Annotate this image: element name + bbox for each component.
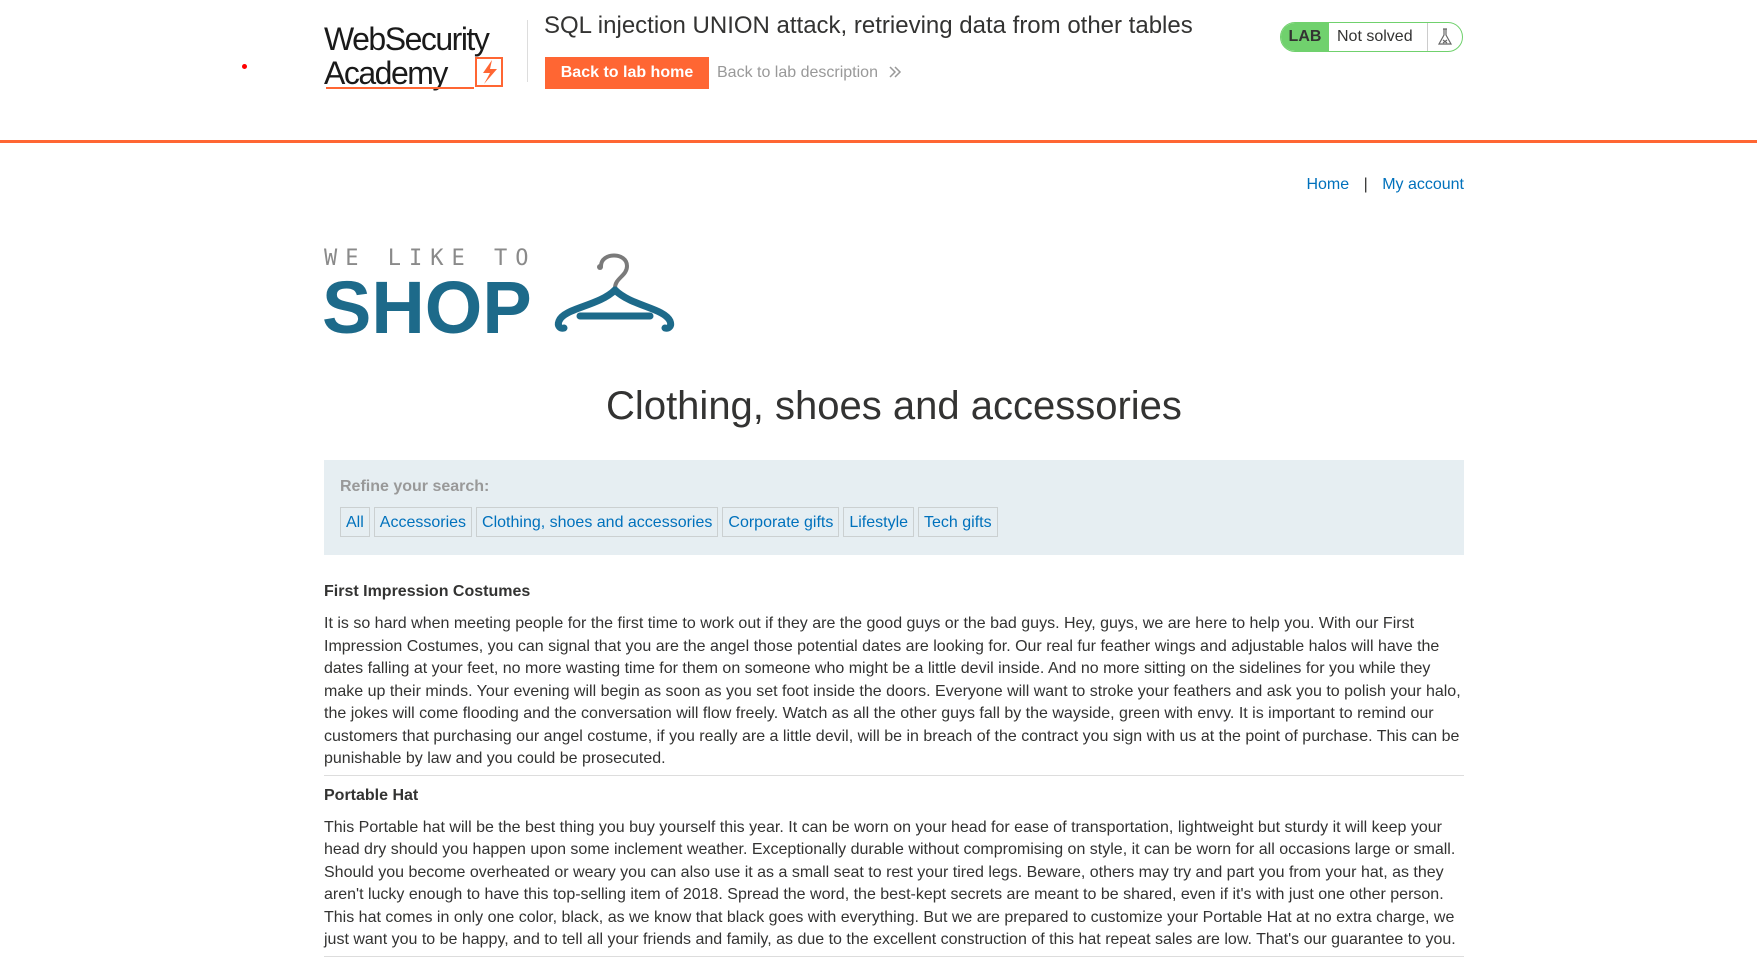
- product-description: This Portable hat will be the best thing…: [324, 818, 1456, 949]
- filter-tech-gifts[interactable]: Tech gifts: [918, 507, 998, 537]
- filter-corporate-gifts[interactable]: Corporate gifts: [722, 507, 840, 537]
- header-divider: [527, 20, 528, 82]
- page-title: Clothing, shoes and accessories: [606, 384, 1182, 428]
- product-item: Portable Hat This Portable hat will be t…: [324, 786, 1464, 957]
- back-to-lab-description-link[interactable]: Back to lab description: [717, 64, 902, 82]
- we-like-to-shop-logo[interactable]: WE LIKE TO SHOP: [324, 246, 676, 338]
- filter-lifestyle[interactable]: Lifestyle: [843, 507, 915, 537]
- shop-logo-name: SHOP: [324, 266, 532, 338]
- filter-list: All Accessories Clothing, shoes and acce…: [340, 507, 1448, 537]
- double-chevron-right-icon: [889, 66, 902, 78]
- logo-line-2: Academy: [324, 55, 448, 91]
- category-filter: Refine your search: All Accessories Clot…: [324, 460, 1464, 555]
- back-to-lab-home-button[interactable]: Back to lab home: [545, 57, 709, 89]
- product-list: First Impression Costumes It is so hard …: [324, 582, 1464, 967]
- home-link[interactable]: Home: [1306, 176, 1349, 193]
- hanger-icon: [554, 253, 675, 332]
- flask-icon[interactable]: [1427, 23, 1462, 51]
- filter-all[interactable]: All: [340, 507, 370, 537]
- nav-separator: |: [1363, 176, 1368, 193]
- filter-label: Refine your search:: [340, 478, 490, 495]
- product-title: Portable Hat: [324, 786, 419, 804]
- lab-status-text: Not solved: [1337, 28, 1413, 45]
- lightning-bolt-icon: [483, 60, 497, 84]
- logo-line-1: WebSecurity: [324, 21, 490, 57]
- account-nav: Home | My account: [1306, 176, 1464, 194]
- product-item: First Impression Costumes It is so hard …: [324, 582, 1464, 776]
- lab-title: SQL injection UNION attack, retrieving d…: [544, 12, 1193, 39]
- back-to-lab-description-label: Back to lab description: [717, 64, 878, 81]
- my-account-link[interactable]: My account: [1382, 176, 1464, 193]
- filter-clothing-shoes-accessories[interactable]: Clothing, shoes and accessories: [476, 507, 719, 537]
- academy-lab-header: WebSecurity Academy SQL injection UNION …: [0, 0, 1757, 143]
- product-description: It is so hard when meeting people for th…: [324, 615, 1461, 767]
- lab-status-widget: LAB Not solved: [1280, 22, 1463, 52]
- indicator-dot: [242, 64, 247, 69]
- lab-badge: LAB: [1281, 23, 1329, 51]
- web-security-academy-logo[interactable]: WebSecurity Academy: [324, 20, 524, 92]
- filter-accessories[interactable]: Accessories: [373, 507, 473, 537]
- product-title: First Impression Costumes: [324, 583, 531, 600]
